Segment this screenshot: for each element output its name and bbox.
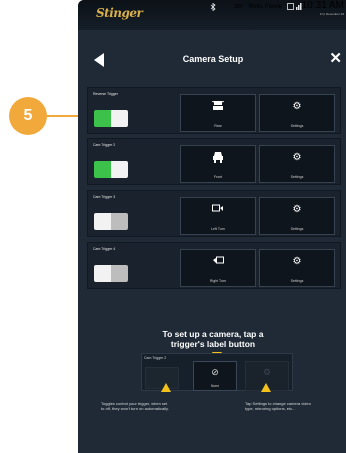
camera-label-button[interactable]: Left Turn [180, 197, 256, 235]
camera-label-text: Rear [214, 124, 222, 128]
trigger-toggle[interactable] [94, 265, 128, 282]
screen: Stinger 185° Robs Phone 10:31 AM Fri | D… [78, 0, 346, 453]
settings-button[interactable]: ⚙ Settings [259, 249, 335, 287]
settings-label: Settings [290, 227, 304, 231]
hint-line: to off, they won't turn on automatically… [101, 406, 169, 411]
example-row-title: Cam Trigger 2 [144, 356, 167, 360]
rear-camera-icon [181, 100, 255, 115]
clock: 10:31 AM [301, 0, 344, 11]
settings-label: Settings [290, 279, 304, 283]
instructions-title: To set up a camera, tap a trigger's labe… [78, 329, 346, 349]
brand-logo: Stinger [96, 6, 143, 20]
camera-label-button[interactable]: Rear [180, 94, 256, 132]
gear-icon: ⚙ [292, 152, 302, 163]
trigger-row-title: Cam Trigger 2 [93, 143, 116, 147]
example-label-button: ⊘ None [193, 361, 237, 391]
gear-icon: ⚙ [292, 204, 302, 215]
step-number-callout: 5 [9, 97, 47, 135]
example-label-text: None [210, 384, 220, 388]
header: Camera Setup ✕ [78, 46, 346, 74]
camera-label-text: Front [213, 175, 223, 179]
instructions-title-line: To set up a camera, tap a [162, 329, 264, 339]
gear-icon: ⚙ [292, 101, 302, 112]
status-bar: Stinger 185° Robs Phone 10:31 AM Fri | D… [78, 0, 346, 30]
date: Fri | December 29 [320, 12, 344, 16]
temperature: 185° [233, 4, 244, 10]
camera-label-button[interactable]: Front [180, 145, 256, 183]
front-camera-icon [181, 152, 255, 166]
phone-name: Robs Phone [248, 4, 282, 10]
pointer-arrow-up [261, 383, 271, 392]
gear-icon: ⚙ [262, 367, 272, 377]
hint-line: type, mirroring options, etc... [245, 406, 296, 411]
settings-button[interactable]: ⚙ Settings [259, 197, 335, 235]
trigger-row-title: Cam Trigger 4 [93, 247, 116, 251]
trigger-toggle[interactable] [94, 110, 128, 127]
settings-label: Settings [290, 124, 304, 128]
settings-button[interactable]: ⚙ Settings [259, 94, 335, 132]
gear-icon: ⚙ [292, 256, 302, 267]
right-turn-camera-icon [181, 256, 255, 268]
instructions-title-line: trigger's label button [170, 339, 256, 349]
trigger-row-3: Cam Trigger 3 Left Turn ⚙ Settings [87, 190, 341, 237]
no-camera-icon: ⊘ [211, 367, 219, 377]
camera-label-text: Right Turn [209, 279, 227, 283]
pointer-arrow-up [161, 383, 171, 392]
trigger-toggle[interactable] [94, 161, 128, 178]
trigger-row-reverse: Reverse Trigger Rear ⚙ Settings [87, 87, 341, 134]
camera-label-button[interactable]: Right Turn [180, 249, 256, 287]
settings-button[interactable]: ⚙ Settings [259, 145, 335, 183]
trigger-row-2: Cam Trigger 2 Front ⚙ Settings [87, 138, 341, 185]
camera-label-text: Left Turn [211, 227, 225, 231]
trigger-row-title: Cam Trigger 3 [93, 195, 116, 199]
battery-icon [287, 3, 294, 12]
trigger-row-4: Cam Trigger 4 Right Turn ⚙ Settings [87, 242, 341, 289]
bluetooth-icon [210, 2, 216, 13]
page-title: Camera Setup [182, 54, 244, 64]
close-icon[interactable]: ✕ [329, 49, 342, 67]
settings-hint: Tap Settings to change camera video type… [245, 401, 341, 411]
trigger-row-title: Reverse Trigger [93, 92, 118, 96]
left-turn-camera-icon [181, 204, 255, 216]
settings-label: Settings [290, 175, 304, 179]
trigger-toggle[interactable] [94, 213, 128, 230]
toggle-hint: Toggles control your trigger, when set t… [101, 401, 201, 411]
